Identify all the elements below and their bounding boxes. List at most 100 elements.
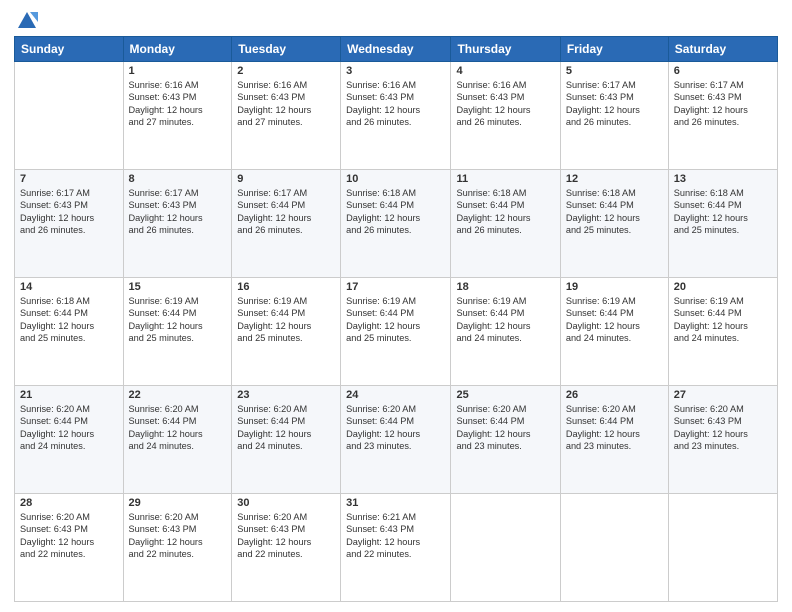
day-cell: 8 Sunrise: 6:17 AM Sunset: 6:43 PM Daylig… xyxy=(123,170,232,278)
day-cell: 30 Sunrise: 6:20 AM Sunset: 6:43 PM Dayli… xyxy=(232,494,341,602)
day-number: 11 xyxy=(456,173,554,185)
day-cell xyxy=(560,494,668,602)
weekday-header: Saturday xyxy=(668,37,777,62)
day-info: Sunrise: 6:18 AM Sunset: 6:44 PM Dayligh… xyxy=(566,187,663,237)
day-cell: 18 Sunrise: 6:19 AM Sunset: 6:44 PM Dayli… xyxy=(451,278,560,386)
week-row: 21 Sunrise: 6:20 AM Sunset: 6:44 PM Dayli… xyxy=(15,386,778,494)
day-info: Sunrise: 6:20 AM Sunset: 6:44 PM Dayligh… xyxy=(566,403,663,453)
day-info: Sunrise: 6:19 AM Sunset: 6:44 PM Dayligh… xyxy=(237,295,335,345)
day-info: Sunrise: 6:20 AM Sunset: 6:43 PM Dayligh… xyxy=(674,403,772,453)
day-info: Sunrise: 6:17 AM Sunset: 6:43 PM Dayligh… xyxy=(129,187,227,237)
day-cell: 28Sunrise: 6:20 AM Sunset: 6:43 PM Dayli… xyxy=(15,494,124,602)
day-info: Sunrise: 6:18 AM Sunset: 6:44 PM Dayligh… xyxy=(346,187,445,237)
week-row: 14 Sunrise: 6:18 AM Sunset: 6:44 PM Dayli… xyxy=(15,278,778,386)
day-cell: 16 Sunrise: 6:19 AM Sunset: 6:44 PM Dayli… xyxy=(232,278,341,386)
day-number: 5 xyxy=(566,65,663,77)
day-number: 30 xyxy=(237,497,335,509)
day-info: Sunrise: 6:21 AM Sunset: 6:43 PM Dayligh… xyxy=(346,511,445,561)
day-number: 23 xyxy=(237,389,335,401)
day-cell: 13 Sunrise: 6:18 AM Sunset: 6:44 PM Dayli… xyxy=(668,170,777,278)
day-number: 12 xyxy=(566,173,663,185)
day-cell: 22 Sunrise: 6:20 AM Sunset: 6:44 PM Dayli… xyxy=(123,386,232,494)
weekday-header: Sunday xyxy=(15,37,124,62)
weekday-header: Thursday xyxy=(451,37,560,62)
logo xyxy=(14,10,38,28)
day-cell: 20 Sunrise: 6:19 AM Sunset: 6:44 PM Dayli… xyxy=(668,278,777,386)
day-info: Sunrise: 6:20 AM Sunset: 6:43 PM Dayligh… xyxy=(237,511,335,561)
day-info: Sunrise: 6:17 AM Sunset: 6:43 PM Dayligh… xyxy=(566,79,663,129)
header-row: SundayMondayTuesdayWednesdayThursdayFrid… xyxy=(15,37,778,62)
day-cell xyxy=(15,62,124,170)
day-cell: 21 Sunrise: 6:20 AM Sunset: 6:44 PM Dayli… xyxy=(15,386,124,494)
weekday-header: Monday xyxy=(123,37,232,62)
day-number: 6 xyxy=(674,65,772,77)
day-info: Sunrise: 6:20 AM Sunset: 6:44 PM Dayligh… xyxy=(346,403,445,453)
day-cell: 24 Sunrise: 6:20 AM Sunset: 6:44 PM Dayli… xyxy=(341,386,451,494)
day-cell xyxy=(668,494,777,602)
day-number: 1 xyxy=(129,65,227,77)
day-info: Sunrise: 6:20 AM Sunset: 6:44 PM Dayligh… xyxy=(20,403,118,453)
day-cell: 23 Sunrise: 6:20 AM Sunset: 6:44 PM Dayli… xyxy=(232,386,341,494)
day-info: Sunrise: 6:18 AM Sunset: 6:44 PM Dayligh… xyxy=(674,187,772,237)
day-info: Sunrise: 6:17 AM Sunset: 6:44 PM Dayligh… xyxy=(237,187,335,237)
day-info: Sunrise: 6:19 AM Sunset: 6:44 PM Dayligh… xyxy=(129,295,227,345)
day-cell: 10Sunrise: 6:18 AM Sunset: 6:44 PM Dayli… xyxy=(341,170,451,278)
day-info: Sunrise: 6:16 AM Sunset: 6:43 PM Dayligh… xyxy=(346,79,445,129)
day-number: 27 xyxy=(674,389,772,401)
day-cell xyxy=(451,494,560,602)
day-info: Sunrise: 6:20 AM Sunset: 6:44 PM Dayligh… xyxy=(237,403,335,453)
day-number: 9 xyxy=(237,173,335,185)
day-info: Sunrise: 6:19 AM Sunset: 6:44 PM Dayligh… xyxy=(346,295,445,345)
week-row: 28Sunrise: 6:20 AM Sunset: 6:43 PM Dayli… xyxy=(15,494,778,602)
day-info: Sunrise: 6:16 AM Sunset: 6:43 PM Dayligh… xyxy=(129,79,227,129)
day-cell: 4 Sunrise: 6:16 AM Sunset: 6:43 PM Daylig… xyxy=(451,62,560,170)
day-cell: 26 Sunrise: 6:20 AM Sunset: 6:44 PM Dayli… xyxy=(560,386,668,494)
day-info: Sunrise: 6:17 AM Sunset: 6:43 PM Dayligh… xyxy=(674,79,772,129)
day-number: 25 xyxy=(456,389,554,401)
day-info: Sunrise: 6:20 AM Sunset: 6:44 PM Dayligh… xyxy=(129,403,227,453)
day-cell: 15Sunrise: 6:19 AM Sunset: 6:44 PM Dayli… xyxy=(123,278,232,386)
day-info: Sunrise: 6:17 AM Sunset: 6:43 PM Dayligh… xyxy=(20,187,118,237)
day-cell: 27 Sunrise: 6:20 AM Sunset: 6:43 PM Dayli… xyxy=(668,386,777,494)
day-number: 13 xyxy=(674,173,772,185)
day-number: 18 xyxy=(456,281,554,293)
day-number: 24 xyxy=(346,389,445,401)
day-number: 29 xyxy=(129,497,227,509)
day-cell: 25Sunrise: 6:20 AM Sunset: 6:44 PM Dayli… xyxy=(451,386,560,494)
day-info: Sunrise: 6:20 AM Sunset: 6:43 PM Dayligh… xyxy=(20,511,118,561)
day-info: Sunrise: 6:16 AM Sunset: 6:43 PM Dayligh… xyxy=(237,79,335,129)
day-number: 21 xyxy=(20,389,118,401)
day-number: 22 xyxy=(129,389,227,401)
day-info: Sunrise: 6:16 AM Sunset: 6:43 PM Dayligh… xyxy=(456,79,554,129)
day-number: 26 xyxy=(566,389,663,401)
day-number: 31 xyxy=(346,497,445,509)
day-number: 19 xyxy=(566,281,663,293)
day-cell: 14 Sunrise: 6:18 AM Sunset: 6:44 PM Dayli… xyxy=(15,278,124,386)
day-info: Sunrise: 6:19 AM Sunset: 6:44 PM Dayligh… xyxy=(456,295,554,345)
day-number: 20 xyxy=(674,281,772,293)
day-cell: 29Sunrise: 6:20 AM Sunset: 6:43 PM Dayli… xyxy=(123,494,232,602)
week-row: 1 Sunrise: 6:16 AM Sunset: 6:43 PM Daylig… xyxy=(15,62,778,170)
day-number: 2 xyxy=(237,65,335,77)
day-cell: 31 Sunrise: 6:21 AM Sunset: 6:43 PM Dayli… xyxy=(341,494,451,602)
week-row: 7Sunrise: 6:17 AM Sunset: 6:43 PM Daylig… xyxy=(15,170,778,278)
day-cell: 2 Sunrise: 6:16 AM Sunset: 6:43 PM Daylig… xyxy=(232,62,341,170)
weekday-header: Friday xyxy=(560,37,668,62)
logo-icon xyxy=(16,10,38,32)
day-cell: 5 Sunrise: 6:17 AM Sunset: 6:43 PM Daylig… xyxy=(560,62,668,170)
day-cell: 7Sunrise: 6:17 AM Sunset: 6:43 PM Daylig… xyxy=(15,170,124,278)
day-cell: 12 Sunrise: 6:18 AM Sunset: 6:44 PM Dayli… xyxy=(560,170,668,278)
weekday-header: Wednesday xyxy=(341,37,451,62)
day-info: Sunrise: 6:18 AM Sunset: 6:44 PM Dayligh… xyxy=(456,187,554,237)
day-cell: 11 Sunrise: 6:18 AM Sunset: 6:44 PM Dayli… xyxy=(451,170,560,278)
day-cell: 6 Sunrise: 6:17 AM Sunset: 6:43 PM Daylig… xyxy=(668,62,777,170)
header xyxy=(14,10,778,28)
day-info: Sunrise: 6:19 AM Sunset: 6:44 PM Dayligh… xyxy=(674,295,772,345)
day-number: 16 xyxy=(237,281,335,293)
day-number: 17 xyxy=(346,281,445,293)
day-info: Sunrise: 6:18 AM Sunset: 6:44 PM Dayligh… xyxy=(20,295,118,345)
day-number: 8 xyxy=(129,173,227,185)
day-number: 14 xyxy=(20,281,118,293)
day-number: 4 xyxy=(456,65,554,77)
weekday-header: Tuesday xyxy=(232,37,341,62)
